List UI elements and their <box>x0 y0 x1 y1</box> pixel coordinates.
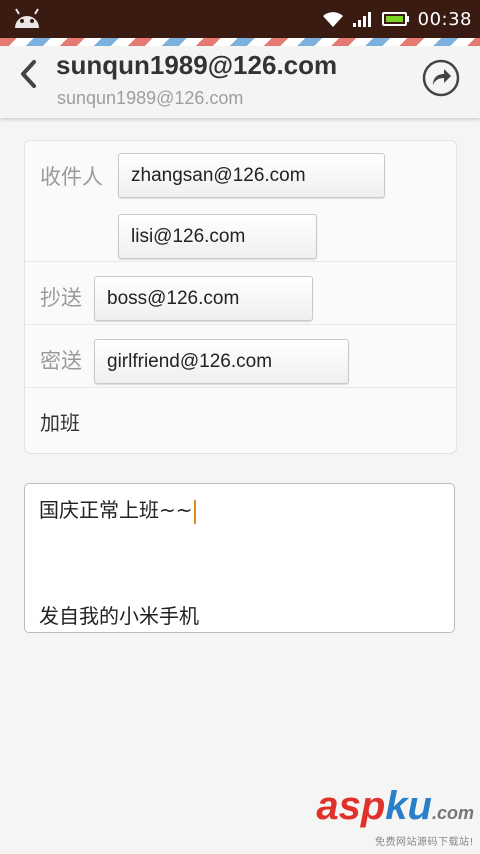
to-recipient-chip[interactable]: lisi@126.com <box>118 214 317 259</box>
body-text: 国庆正常上班~~ <box>39 498 193 522</box>
message-body-field[interactable]: 国庆正常上班~~ 发自我的小米手机 <box>24 483 455 633</box>
watermark-subtitle: 免费网站源码下载站! <box>374 837 474 848</box>
divider <box>25 387 456 388</box>
back-chevron-icon[interactable] <box>14 54 44 94</box>
watermark-com: .com <box>431 803 474 823</box>
watermark-logo: aspku.com 免费网站源码下载站! <box>316 786 474 848</box>
android-icon <box>15 8 39 28</box>
signal-icon <box>352 12 371 27</box>
watermark-ku: ku <box>385 784 432 828</box>
wifi-icon <box>322 12 343 27</box>
forward-arrow-icon[interactable] <box>422 59 460 97</box>
header-title: sunqun1989@126.com <box>56 50 338 80</box>
body-text-line: 国庆正常上班~~ <box>39 494 196 524</box>
compose-header: sunqun1989@126.com sunqun1989@126.com <box>0 46 480 118</box>
subject-field[interactable]: 加班 <box>40 407 80 436</box>
bcc-label: 密送 <box>40 349 82 373</box>
signature-text: 发自我的小米手机 <box>39 604 199 628</box>
bcc-recipient-chip[interactable]: girlfriend@126.com <box>94 339 349 384</box>
cc-label: 抄送 <box>40 286 82 310</box>
header-subtitle: sunqun1989@126.com <box>57 88 244 108</box>
watermark-asp: asp <box>316 784 386 828</box>
text-caret <box>193 499 196 524</box>
divider <box>25 261 456 262</box>
cc-recipient-chip[interactable]: boss@126.com <box>94 276 313 321</box>
to-label: 收件人 <box>40 165 103 189</box>
divider <box>25 324 456 325</box>
airmail-stripe <box>0 38 480 46</box>
status-time: 00:38 <box>417 8 472 30</box>
to-recipient-chip[interactable]: zhangsan@126.com <box>118 153 385 198</box>
status-bar: 00:38 <box>0 0 480 38</box>
recipients-card: 收件人 zhangsan@126.com lisi@126.com 抄送 bos… <box>24 140 457 454</box>
battery-icon <box>381 12 409 26</box>
